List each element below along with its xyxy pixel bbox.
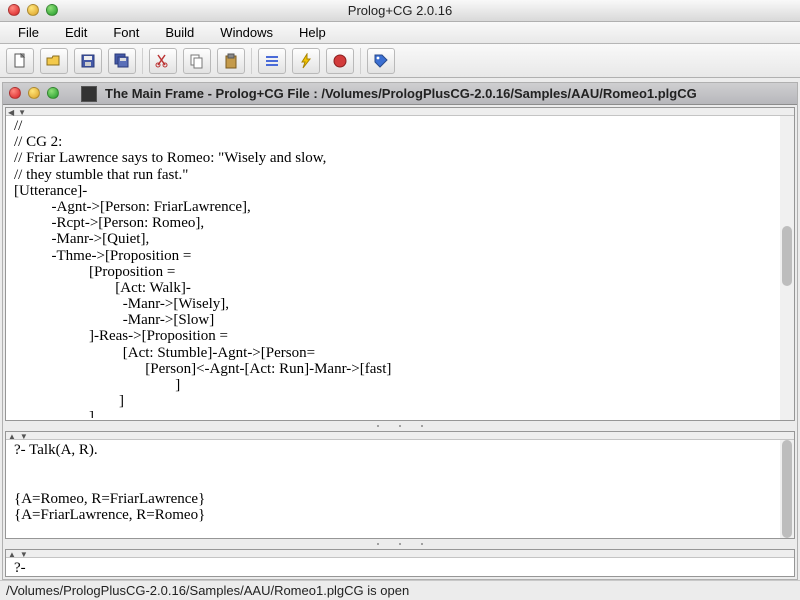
minimize-icon[interactable] (27, 4, 39, 16)
stop-button[interactable] (326, 48, 354, 74)
splitter-1[interactable] (3, 423, 797, 429)
doc-close-icon[interactable] (9, 87, 21, 99)
open-folder-icon (46, 53, 62, 69)
window-traffic-lights (8, 4, 58, 16)
document-titlebar: The Main Frame - Prolog+CG File : /Volum… (3, 83, 797, 105)
stop-icon (332, 53, 348, 69)
console-scrollbar[interactable] (780, 440, 794, 538)
status-bar: /Volumes/PrologPlusCG-2.0.16/Samples/AAU… (0, 580, 800, 600)
outer-title: Prolog+CG 2.0.16 (0, 3, 800, 18)
copy-button[interactable] (183, 48, 211, 74)
paste-button[interactable] (217, 48, 245, 74)
doc-minimize-icon[interactable] (28, 87, 40, 99)
status-text: /Volumes/PrologPlusCG-2.0.16/Samples/AAU… (6, 583, 409, 598)
run-button[interactable] (292, 48, 320, 74)
document-title: The Main Frame - Prolog+CG File : /Volum… (105, 86, 697, 101)
console-scroll[interactable]: ?- Talk(A, R). {A=Romeo, R=FriarLawrence… (8, 440, 780, 536)
prompt-scroll[interactable]: ?- (8, 558, 780, 574)
close-icon[interactable] (8, 4, 20, 16)
doc-zoom-icon[interactable] (47, 87, 59, 99)
app-window: Prolog+CG 2.0.16 File Edit Font Build Wi… (0, 0, 800, 600)
splitter-2[interactable] (3, 541, 797, 547)
list-icon (264, 53, 280, 69)
toolbar (0, 44, 800, 78)
thunder-icon (298, 53, 314, 69)
console-pane: ▲▼ ?- Talk(A, R). {A=Romeo, R=FriarLawre… (5, 431, 795, 539)
menu-file[interactable]: File (6, 23, 51, 42)
cut-button[interactable] (149, 48, 177, 74)
tag-button[interactable] (367, 48, 395, 74)
save-all-button[interactable] (108, 48, 136, 74)
document-window: The Main Frame - Prolog+CG File : /Volum… (2, 82, 798, 580)
editor-pane: ◀▼ // // CG 2: // Friar Lawrence says to… (5, 107, 795, 421)
menu-edit[interactable]: Edit (53, 23, 99, 42)
menu-bar: File Edit Font Build Windows Help (0, 22, 800, 44)
doc-traffic-lights (9, 87, 59, 99)
prompt-text[interactable]: ?- (8, 558, 780, 574)
prompt-pane: ▲▼ ?- (5, 549, 795, 577)
app-icon (81, 86, 97, 102)
cut-icon (155, 53, 171, 69)
outer-titlebar: Prolog+CG 2.0.16 (0, 0, 800, 22)
save-button[interactable] (74, 48, 102, 74)
editor-text[interactable]: // // CG 2: // Friar Lawrence says to Ro… (8, 116, 780, 418)
save-icon (80, 53, 96, 69)
open-button[interactable] (40, 48, 68, 74)
panes: ◀▼ // // CG 2: // Friar Lawrence says to… (3, 105, 797, 579)
menu-help[interactable]: Help (287, 23, 338, 42)
tag-icon (373, 53, 389, 69)
new-file-icon (12, 53, 28, 69)
list-button[interactable] (258, 48, 286, 74)
editor-scrollbar[interactable] (780, 116, 794, 420)
copy-icon (189, 53, 205, 69)
new-file-button[interactable] (6, 48, 34, 74)
menu-windows[interactable]: Windows (208, 23, 285, 42)
zoom-icon[interactable] (46, 4, 58, 16)
console-text: ?- Talk(A, R). {A=Romeo, R=FriarLawrence… (8, 440, 780, 525)
save-all-icon (114, 53, 130, 69)
editor-scroll[interactable]: // // CG 2: // Friar Lawrence says to Ro… (8, 116, 780, 418)
menu-build[interactable]: Build (153, 23, 206, 42)
paste-icon (223, 53, 239, 69)
menu-font[interactable]: Font (101, 23, 151, 42)
